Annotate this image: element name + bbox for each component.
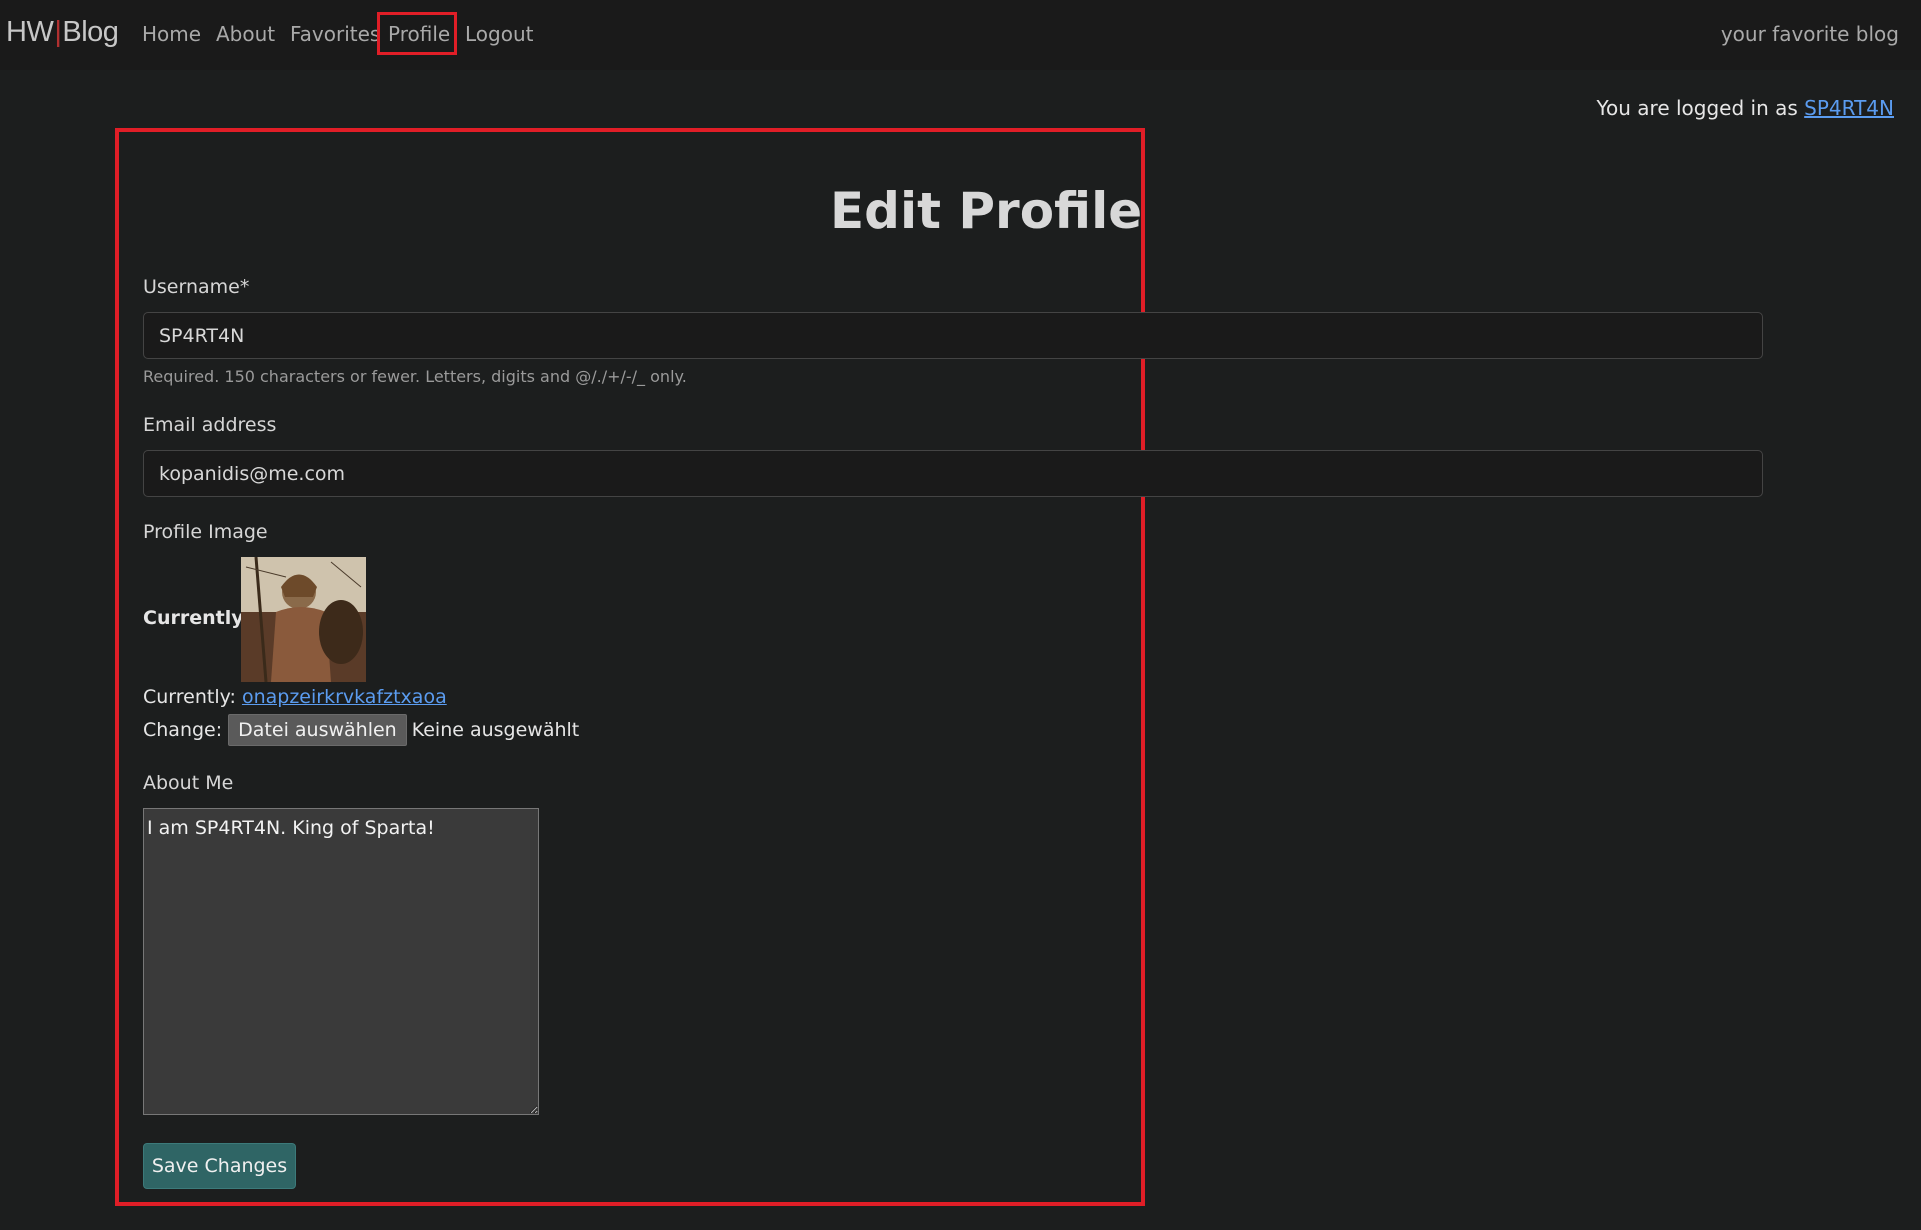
profile-image-label: Profile Image (143, 521, 268, 543)
brand-hw: HW (6, 16, 54, 48)
username-field[interactable] (143, 312, 1763, 359)
choose-file-button[interactable]: Datei auswählen (228, 714, 407, 746)
username-label: Username* (143, 276, 250, 298)
nav-favorites[interactable]: Favorites (290, 22, 380, 46)
change-prefix: Change: (143, 719, 223, 741)
login-username-link[interactable]: SP4RT4N (1804, 96, 1894, 120)
nav-profile-highlight (377, 12, 457, 55)
file-status: Keine ausgewählt (411, 719, 580, 741)
email-field[interactable] (143, 450, 1763, 497)
username-help-text: Required. 150 characters or fewer. Lette… (143, 367, 687, 386)
email-label: Email address (143, 414, 277, 436)
current-image-label: Currently: (143, 607, 252, 629)
brand-blog: Blog (62, 16, 119, 48)
page-title: Edit Profile (830, 182, 1143, 240)
nav-logout[interactable]: Logout (465, 22, 533, 46)
brand-logo[interactable]: HW|Blog (6, 16, 119, 49)
current-image-link[interactable]: onapzeirkrvkafztxaoa (242, 686, 447, 708)
avatar (241, 557, 366, 682)
current-image-row: Currently: onapzeirkrvkafztxaoa (143, 686, 447, 708)
nav-about[interactable]: About (216, 22, 275, 46)
avatar-image (241, 557, 366, 682)
tagline: your favorite blog (1720, 22, 1899, 46)
navbar: HW|Blog Home About Favorites Profile Log… (0, 0, 1921, 70)
brand-separator: | (54, 16, 62, 48)
login-status: You are logged in as SP4RT4N (1596, 96, 1894, 120)
current-image-prefix: Currently: (143, 686, 236, 708)
change-image-row: Change: Datei auswählen Keine ausgewählt (143, 714, 579, 746)
about-me-textarea[interactable]: I am SP4RT4N. King of Sparta! (143, 808, 539, 1115)
about-me-label: About Me (143, 772, 234, 794)
save-changes-button[interactable]: Save Changes (143, 1143, 296, 1189)
login-prefix: You are logged in as (1596, 96, 1798, 120)
nav-home[interactable]: Home (142, 22, 201, 46)
